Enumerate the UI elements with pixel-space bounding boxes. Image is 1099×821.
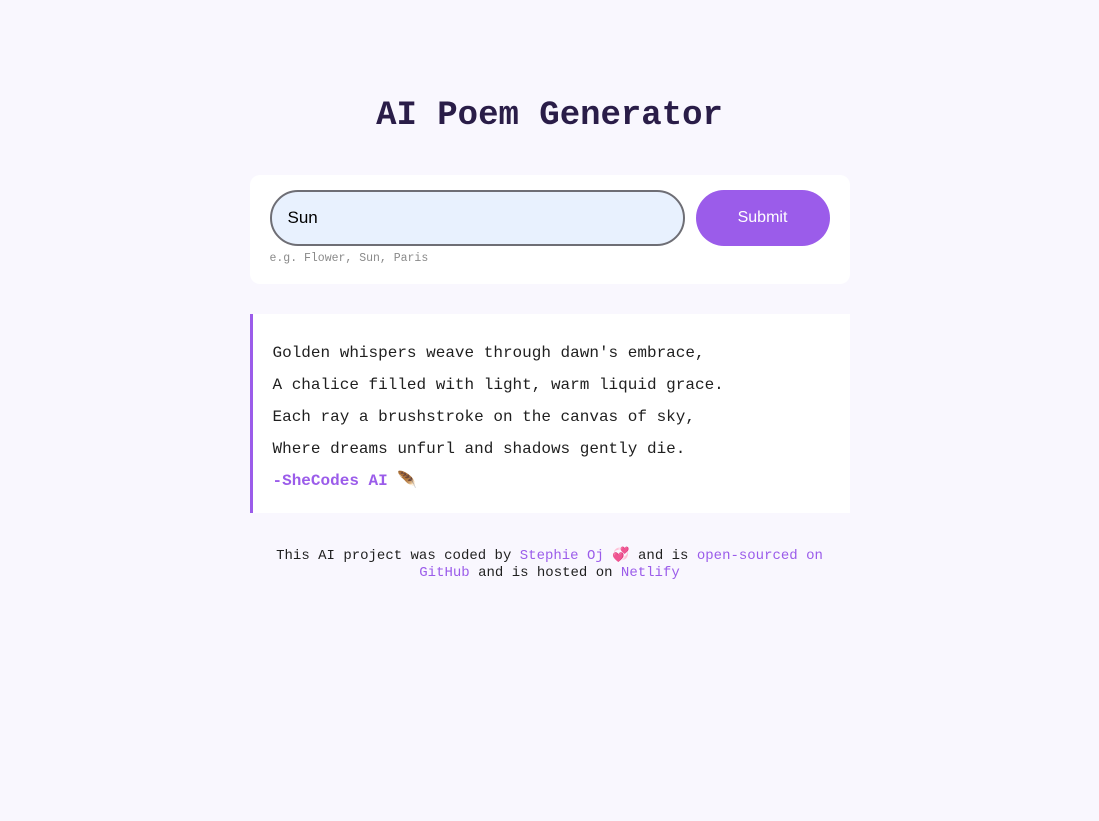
feather-icon: 🪶	[397, 472, 418, 490]
netlify-link[interactable]: Netlify	[621, 565, 680, 581]
footer-text-1: This AI project was coded by	[276, 548, 512, 564]
submit-button[interactable]: Submit	[695, 190, 830, 246]
page-title: AI Poem Generator	[376, 97, 723, 135]
poem-line-4: Where dreams unfurl and shadows gently d…	[272, 440, 686, 458]
poem-signature: -SheCodes AI 🪶	[273, 465, 830, 497]
footer-text-2: and is	[638, 548, 689, 564]
search-form-card: Submit e.g. Flower, Sun, Paris	[249, 175, 850, 284]
heart-icon: 💞	[612, 548, 630, 564]
signature-text: -SheCodes AI	[272, 472, 388, 490]
poem-line-3: Each ray a brushstroke on the canvas of …	[272, 408, 695, 426]
app-container: AI Poem Generator Submit e.g. Flower, Su…	[249, 0, 850, 582]
footer: This AI project was coded by Stephie Oj …	[250, 548, 850, 582]
author-link[interactable]: Stephie Oj	[520, 548, 604, 564]
poem-line-2: A chalice filled with light, warm liquid…	[272, 376, 724, 394]
input-hint: e.g. Flower, Sun, Paris	[269, 252, 429, 265]
search-form: Submit	[269, 190, 830, 246]
poem-card: Golden whispers weave through dawn's emb…	[249, 314, 850, 513]
poem-line-1: Golden whispers weave through dawn's emb…	[272, 344, 705, 362]
footer-text-3: and is hosted on	[478, 565, 613, 581]
topic-input[interactable]	[269, 190, 685, 246]
